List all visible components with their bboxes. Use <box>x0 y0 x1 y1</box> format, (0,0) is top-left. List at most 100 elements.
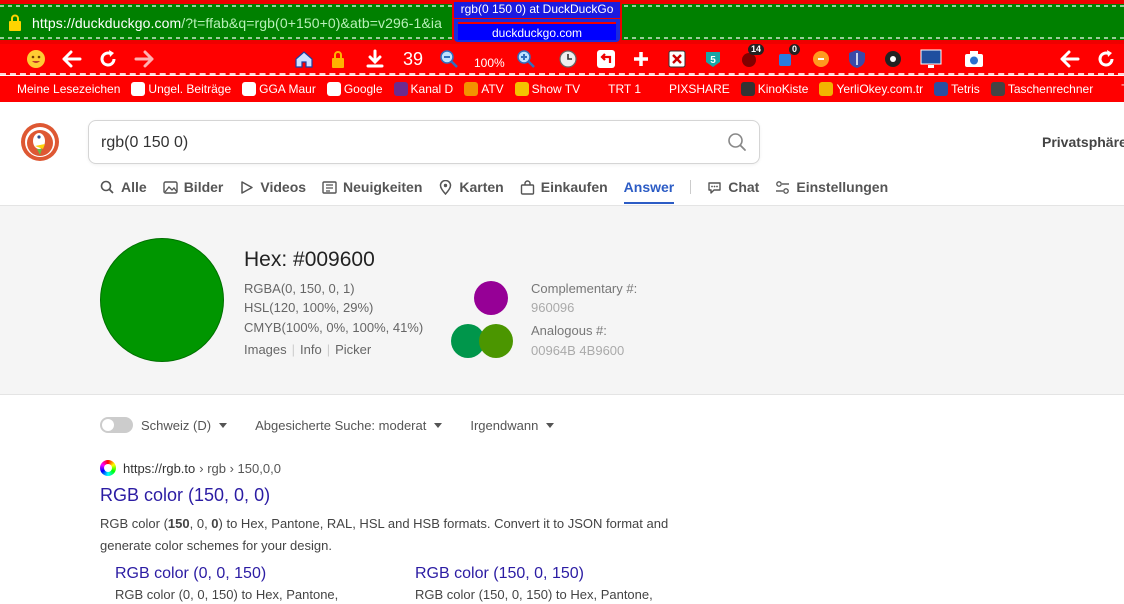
ublock-icon[interactable]: 14 <box>740 44 764 70</box>
bookmark-item[interactable]: Kanal D <box>393 82 453 96</box>
tab-karten[interactable]: Karten <box>438 176 504 198</box>
region-toggle[interactable] <box>100 417 133 433</box>
map-pin-icon <box>440 179 452 195</box>
sitelink-title[interactable]: RGB color (150, 0, 150) <box>415 565 705 583</box>
new-tab-plus-icon[interactable] <box>632 48 650 70</box>
result-breadcrumb[interactable]: https://rgb.to › rgb › 150,0,0 <box>100 460 720 476</box>
sitelink-title[interactable]: RGB color (0, 0, 150) <box>115 565 405 583</box>
extension-orange-icon[interactable] <box>812 48 830 70</box>
clock-icon[interactable] <box>559 48 577 70</box>
time-dropdown[interactable]: Irgendwann <box>470 418 555 433</box>
tab-label: Chat <box>728 179 760 195</box>
search-box[interactable] <box>88 120 760 164</box>
tab-einstellungen[interactable]: Einstellungen <box>775 176 888 198</box>
complementary-value[interactable]: 960096 <box>531 300 574 315</box>
extension-badge-zero: 0 <box>788 44 800 55</box>
bookmark-item[interactable]: Google <box>326 82 383 96</box>
soccer-ball-icon[interactable] <box>884 48 902 70</box>
bookmark-item[interactable]: Tetris <box>934 82 980 96</box>
bookmark-item[interactable]: Meine Lesezeichen <box>0 82 120 96</box>
extension-x-icon[interactable] <box>668 48 686 70</box>
tab-tooltip: rgb(0 150 0) at DuckDuckGo duckduckgo.co… <box>452 0 622 44</box>
extension-badge-count: 14 <box>747 44 764 55</box>
bookmark-label: Tetris <box>951 82 980 96</box>
analogous-value[interactable]: 00964B 4B9600 <box>531 343 624 358</box>
bookmark-item[interactable]: Taschenrechner <box>990 82 1093 96</box>
caret-down-icon <box>219 422 228 428</box>
bookmark-item[interactable]: KinoKiste <box>740 82 808 96</box>
bookmark-item[interactable]: Show TV <box>514 82 581 96</box>
extension-5-icon[interactable]: 5 <box>704 48 722 70</box>
zoom-out-icon[interactable] <box>439 48 459 70</box>
shield-icon[interactable] <box>848 48 866 70</box>
bookmark-label: YerliOkey.com.tr <box>836 82 924 96</box>
bookmark-label: PIXSHARE <box>669 82 730 96</box>
home-icon[interactable] <box>294 48 314 70</box>
undo-close-tab-icon[interactable] <box>596 48 616 70</box>
search-icon <box>100 180 114 194</box>
chat-icon <box>708 181 721 194</box>
snippet-highlight: 0 <box>211 516 219 531</box>
bookmark-item[interactable]: YerliOkey.com.tr <box>819 82 923 96</box>
caret-down-icon <box>434 422 443 428</box>
complementary-swatch[interactable] <box>474 281 508 315</box>
search-input[interactable] <box>101 131 701 155</box>
address-text[interactable]: https://duckduckgo.com/?t=ffab&q=rgb(0+1… <box>32 15 442 31</box>
back-arrow-icon[interactable] <box>62 48 82 70</box>
sitelink-1: RGB color (0, 0, 150) RGB color (0, 0, 1… <box>115 565 405 602</box>
play-icon <box>241 180 254 194</box>
forum-icon <box>131 82 146 96</box>
reload-icon-right[interactable] <box>1096 48 1116 70</box>
bookmark-item[interactable]: ATV <box>464 82 504 96</box>
safe-search-dropdown[interactable]: Abgesicherte Suche: moderat <box>255 417 443 433</box>
tab-bilder[interactable]: Bilder <box>162 176 223 198</box>
zoom-level[interactable]: 100% <box>474 52 505 74</box>
news-icon <box>322 180 337 194</box>
result-domain[interactable]: https://rgb.to <box>123 461 195 476</box>
camera-icon[interactable] <box>964 48 984 70</box>
images-link[interactable]: Images <box>244 342 287 357</box>
bookmark-label: Google <box>343 82 383 96</box>
bookmark-item[interactable]: Tren <box>1104 82 1124 96</box>
snippet-highlight: 150 <box>167 516 190 531</box>
svg-text:5: 5 <box>710 55 716 66</box>
trt1-icon <box>591 82 606 96</box>
region-dropdown[interactable]: Schweiz (D) <box>141 418 228 433</box>
back-arrow-icon-right[interactable] <box>1060 48 1080 70</box>
monitor-icon[interactable] <box>920 48 942 70</box>
info-link[interactable]: Info <box>300 342 322 357</box>
reload-icon[interactable] <box>98 48 118 70</box>
tab-counter[interactable]: 39 <box>403 48 423 70</box>
tab-einkaufen[interactable]: Einkaufen <box>520 176 608 198</box>
tren-icon <box>1104 82 1119 96</box>
extension-badge-icon[interactable]: 0 <box>776 44 800 70</box>
duckduckgo-logo-icon[interactable] <box>20 122 60 162</box>
forward-arrow-icon[interactable] <box>134 48 154 70</box>
tab-answer[interactable]: Answer <box>623 176 675 204</box>
tab-chat[interactable]: Chat <box>707 176 759 198</box>
tab-neuigkeiten[interactable]: Neuigkeiten <box>322 176 422 198</box>
tab-videos[interactable]: Videos <box>239 176 306 198</box>
bookmark-label: Show TV <box>531 82 581 96</box>
google-icon <box>326 82 341 96</box>
bookmark-item[interactable]: Ungel. Beiträge <box>131 82 231 96</box>
bookmark-item[interactable]: PIXSHARE <box>652 82 730 96</box>
analogous-swatch-2[interactable] <box>479 324 513 358</box>
filter-bar: Schweiz (D) Abgesicherte Suche: moderat … <box>100 415 582 435</box>
rgba-value: RGBA(0, 150, 0, 1) <box>244 281 355 296</box>
tab-label: Karten <box>459 179 504 195</box>
picker-link[interactable]: Picker <box>335 342 371 357</box>
bookmarks-bar: Meine Lesezeichen Ungel. Beiträge GGA Maur… <box>0 76 1124 102</box>
safe-search-label: Abgesicherte Suche: moderat <box>255 417 427 433</box>
zoom-in-icon[interactable] <box>516 48 536 70</box>
emoji-icon[interactable] <box>26 48 46 70</box>
bookmark-item[interactable]: GGA Maur <box>242 82 316 96</box>
padlock-icon[interactable] <box>330 48 346 70</box>
link-separator: | <box>291 342 296 357</box>
download-icon[interactable] <box>366 48 384 70</box>
bookmark-item[interactable]: TRT 1 <box>591 82 641 96</box>
search-icon[interactable] <box>727 132 747 152</box>
tab-alle[interactable]: Alle <box>100 176 147 198</box>
result-title-link[interactable]: RGB color (150, 0, 0) <box>100 485 720 506</box>
privacy-link[interactable]: Privatsphäre, <box>1042 134 1124 150</box>
